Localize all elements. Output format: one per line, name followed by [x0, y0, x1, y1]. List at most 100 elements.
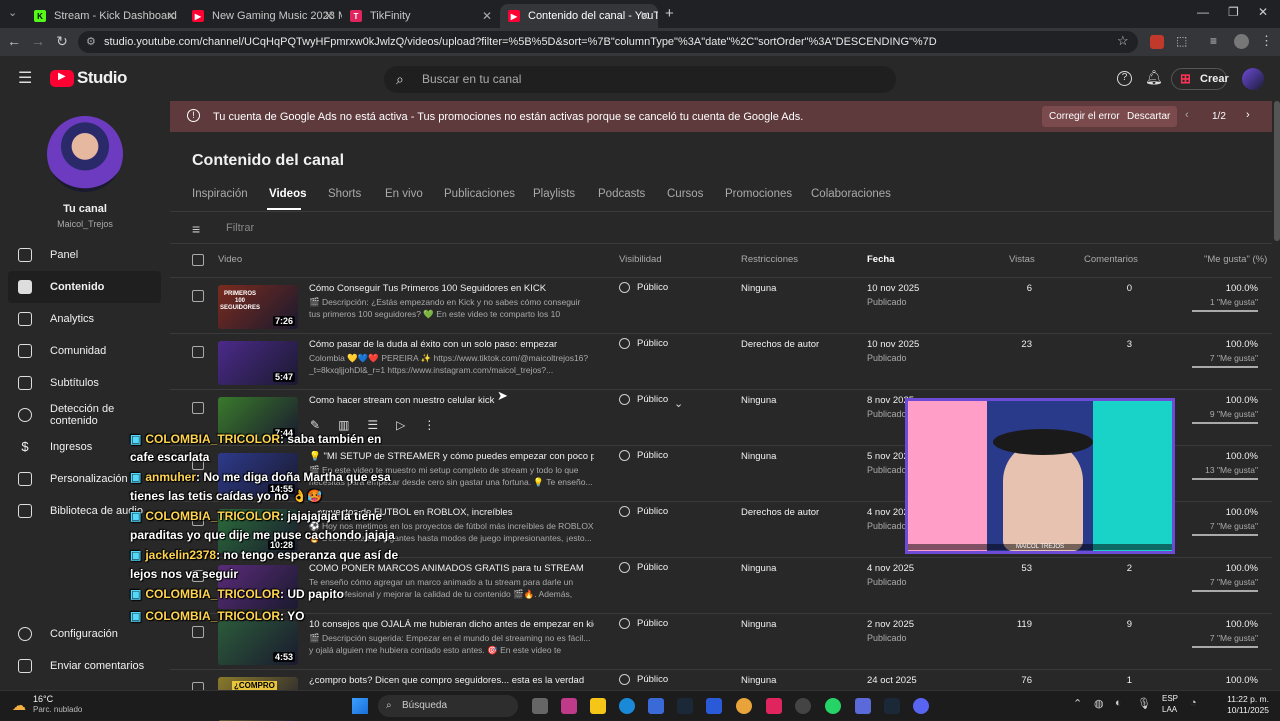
sidebar-item-subtitulos[interactable]: Subtítulos [8, 367, 161, 399]
scrollbar-thumb[interactable] [1274, 101, 1280, 241]
video-thumbnail[interactable]: 4:53 [218, 621, 298, 665]
channel-avatar[interactable] [47, 116, 123, 192]
url-input[interactable]: ⚙ studio.youtube.com/channel/UCqHqPQTwyH… [78, 31, 1138, 53]
table-row[interactable]: 5:47 Cómo pasar de la duda al éxito con u… [170, 333, 1272, 389]
tab-videos[interactable]: Videos [269, 188, 307, 200]
sidebar-item-comunidad[interactable]: Comunidad [8, 335, 161, 367]
col-comments[interactable]: Comentarios [1084, 254, 1138, 265]
close-icon[interactable]: ✕ [482, 9, 492, 23]
col-visibility[interactable]: Visibilidad [619, 254, 662, 265]
forward-icon[interactable]: → [29, 33, 47, 49]
tray-chevron-icon[interactable]: ⌃ [1073, 697, 1082, 710]
adblock-icon[interactable] [1150, 35, 1164, 49]
filter-icon[interactable]: ≡ [192, 221, 200, 237]
table-row[interactable]: 4:53 10 consejos que OJALÁ me hubieran di… [170, 613, 1272, 669]
copilot-icon[interactable] [561, 698, 577, 714]
row-checkbox[interactable] [192, 346, 204, 358]
tab-shorts[interactable]: Shorts [328, 188, 361, 200]
taskbar-search[interactable]: ⌕ Búsqueda [378, 695, 518, 717]
row-checkbox[interactable] [192, 290, 204, 302]
reload-icon[interactable]: ↻ [53, 33, 71, 50]
store-icon[interactable] [648, 698, 664, 714]
tab-promociones[interactable]: Promociones [725, 188, 792, 200]
tray-app-icon[interactable]: ◐ [1115, 697, 1122, 709]
window-close-icon[interactable]: ✕ [1258, 5, 1268, 19]
visibility-cell[interactable]: Público [619, 506, 668, 517]
video-title[interactable]: ¿compro bots? Dicen que compro seguidore… [309, 675, 594, 686]
obs-icon[interactable] [795, 698, 811, 714]
media-icon[interactable]: ≡ [1210, 34, 1217, 48]
keyboard-layout[interactable]: LAA [1162, 705, 1177, 714]
youtube-view-icon[interactable]: ▷ [396, 418, 405, 434]
microphone-icon[interactable]: 🎙︎ [1137, 697, 1151, 710]
tray-app-icon[interactable]: ◍ [1094, 697, 1104, 710]
table-row[interactable]: PRIMEROS 100 SEGUIDORES 7:26 Cómo Consegui… [170, 277, 1272, 333]
create-button[interactable]: ⊞ Crear [1171, 68, 1229, 90]
discord-icon[interactable] [913, 698, 929, 714]
sidebar-item-analytics[interactable]: Analytics [8, 303, 161, 335]
tab-colaboraciones[interactable]: Colaboraciones [811, 188, 891, 200]
streamlabs-icon[interactable] [855, 698, 871, 714]
visibility-cell[interactable]: Público [619, 450, 668, 461]
chevron-right-icon[interactable]: › [1246, 109, 1250, 121]
windows-start-icon[interactable] [352, 698, 368, 714]
sidebar-item-deteccion[interactable]: Detección de contenido [8, 399, 161, 431]
whatsapp-icon[interactable] [825, 698, 841, 714]
tab-tikfinity[interactable]: T TikFinity ✕ [342, 4, 500, 28]
tab-inspiracion[interactable]: Inspiración [192, 188, 248, 200]
tab-publicaciones[interactable]: Publicaciones [444, 188, 515, 200]
visibility-cell[interactable]: Público [619, 618, 668, 629]
dismiss-button[interactable]: Descartar [1120, 106, 1178, 127]
video-thumbnail[interactable]: PRIMEROS 100 SEGUIDORES 7:26 [218, 285, 298, 329]
video-title[interactable]: 10 consejos que OJALÁ me hubieran dicho … [309, 619, 594, 630]
hamburger-menu-icon[interactable]: ☰ [18, 68, 32, 88]
weather-icon[interactable]: ☁ [12, 697, 26, 714]
visibility-dropdown-chevron-icon[interactable]: ⌄ [674, 397, 683, 410]
visibility-cell[interactable]: Público [619, 282, 668, 293]
steam-icon[interactable] [884, 698, 900, 714]
site-info-icon[interactable]: ⚙ [86, 31, 96, 53]
wifi-volume-icon[interactable]: ◔ [1190, 697, 1197, 709]
tab-youtube-studio[interactable]: ▶ Contenido del canal - YouTub ✕ [500, 4, 658, 28]
fix-error-button[interactable]: Corregir el error [1042, 106, 1127, 127]
profile-avatar[interactable] [1234, 34, 1249, 49]
tab-podcasts[interactable]: Podcasts [598, 188, 645, 200]
clock-time[interactable]: 11:22 p. m. [1225, 694, 1269, 704]
visibility-cell[interactable]: Público [619, 338, 668, 349]
sort-arrow-down-icon[interactable]: ↓ [891, 254, 896, 265]
video-title[interactable]: Cómo pasar de la duda al éxito con un so… [309, 339, 594, 350]
channel-search-input[interactable]: ⌕ Buscar en tu canal [384, 66, 896, 93]
close-icon[interactable]: ✕ [324, 9, 334, 23]
select-all-checkbox[interactable] [192, 254, 204, 266]
tab-gaming-music[interactable]: ▶ New Gaming Music 2023 M ✕ [184, 4, 342, 28]
col-likes[interactable]: "Me gusta" (%) [1204, 254, 1267, 265]
more-options-icon[interactable]: ⋮ [423, 418, 435, 434]
help-icon[interactable]: ? [1117, 71, 1132, 86]
visibility-cell[interactable]: Público [619, 562, 668, 573]
sidebar-item-contenido[interactable]: Contenido [8, 271, 161, 303]
tab-playlists[interactable]: Playlists [533, 188, 575, 200]
video-title[interactable]: Como hacer stream con nuestro celular ki… [309, 395, 594, 406]
bookmark-star-icon[interactable]: ☆ [1117, 33, 1129, 49]
maximize-icon[interactable]: ❐ [1228, 5, 1239, 19]
col-restrictions[interactable]: Restricciones [741, 254, 798, 265]
row-checkbox[interactable] [192, 626, 204, 638]
task-view-icon[interactable] [532, 698, 548, 714]
notifications-bell-icon[interactable]: 🔔︎ [1145, 69, 1163, 86]
table-row[interactable]: COMO PONER MARCOS ANIMADOS GRATIS para t… [170, 557, 1272, 613]
row-checkbox[interactable] [192, 402, 204, 414]
filter-input[interactable]: Filtrar [226, 222, 254, 234]
video-thumbnail[interactable]: 5:47 [218, 341, 298, 385]
language-code[interactable]: ESP [1162, 694, 1178, 703]
tiktok-icon[interactable] [766, 698, 782, 714]
minimize-icon[interactable]: — [1197, 5, 1209, 19]
new-tab-icon[interactable]: + [665, 5, 674, 22]
close-icon[interactable]: ✕ [166, 9, 176, 23]
menu-icon[interactable]: ⋮ [1260, 33, 1273, 49]
extensions-icon[interactable]: ⬚ [1176, 34, 1187, 48]
sidebar-item-panel[interactable]: Panel [8, 239, 161, 271]
chrome-icon[interactable] [736, 698, 752, 714]
close-icon[interactable]: ✕ [640, 9, 650, 23]
edge-icon[interactable] [619, 698, 635, 714]
video-title[interactable]: 💡 "MI SETUP de STREAMER y cómo puedes em… [309, 451, 594, 462]
